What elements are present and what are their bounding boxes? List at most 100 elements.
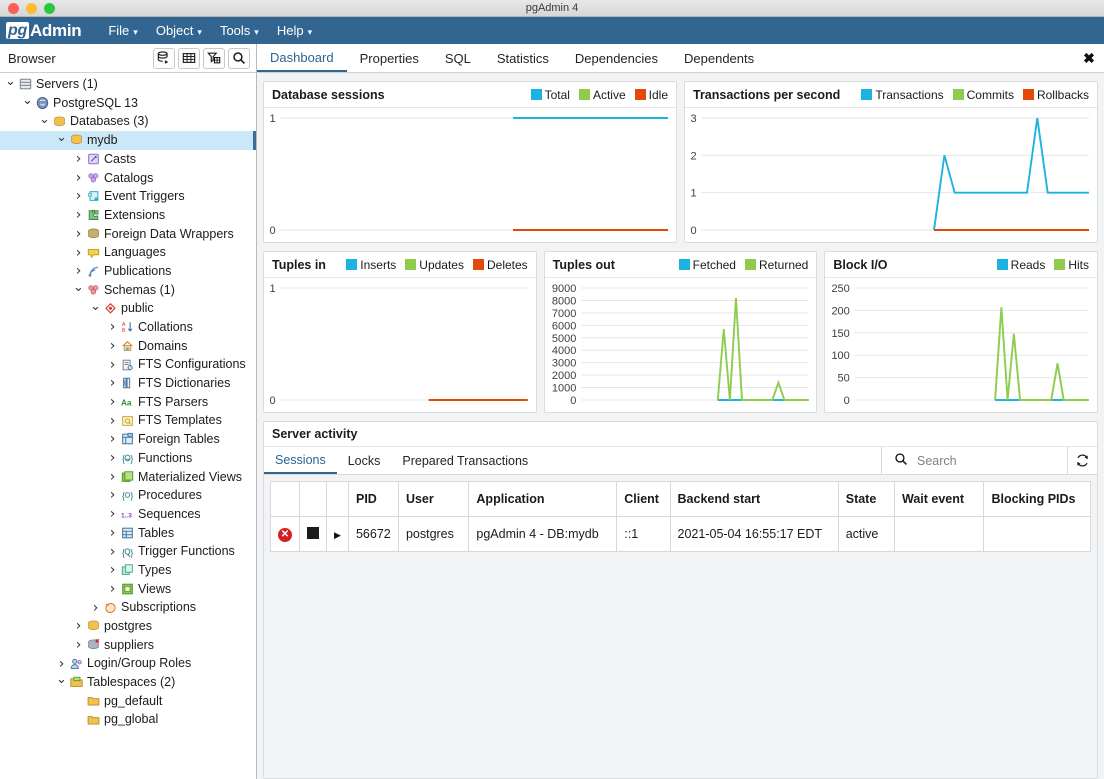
tab-sql[interactable]: SQL: [432, 44, 484, 72]
tree-node-tablespaces-2[interactable]: ⌄ Tablespaces (2): [0, 673, 256, 692]
tree-node-fts-parsers[interactable]: › Aa FTS Parsers: [0, 393, 256, 412]
tab-dashboard[interactable]: Dashboard: [257, 44, 347, 72]
chevron-right-icon[interactable]: ›: [106, 451, 119, 465]
view-data-icon[interactable]: [178, 47, 200, 69]
chevron-right-icon[interactable]: ›: [72, 208, 85, 222]
chevron-right-icon[interactable]: ›: [106, 376, 119, 390]
chevron-right-icon[interactable]: ›: [106, 507, 119, 521]
legend-item-active[interactable]: Active: [578, 88, 626, 102]
sa-tab-prepared-transactions[interactable]: Prepared Transactions: [391, 447, 539, 474]
tree-node-mydb[interactable]: ⌄ mydb: [0, 131, 256, 150]
sa-tab-sessions[interactable]: Sessions: [264, 447, 337, 474]
tree-node-sequences[interactable]: › 1..3 Sequences: [0, 505, 256, 524]
tree-node-postgres[interactable]: › postgres: [0, 617, 256, 636]
chevron-right-icon[interactable]: ›: [106, 395, 119, 409]
column-header-user[interactable]: User: [397, 481, 470, 517]
column-header-action[interactable]: [299, 481, 327, 517]
legend-item-idle[interactable]: Idle: [634, 88, 668, 102]
menu-help[interactable]: Help ▾: [268, 17, 321, 44]
tree-node-tables[interactable]: › Tables: [0, 524, 256, 543]
chevron-right-icon[interactable]: ›: [106, 320, 119, 334]
chevron-down-icon[interactable]: ⌄: [72, 281, 85, 296]
tab-dependencies[interactable]: Dependencies: [562, 44, 671, 72]
tree-node-fts-configurations[interactable]: › FTS Configurations: [0, 355, 256, 374]
chevron-right-icon[interactable]: ›: [106, 488, 119, 502]
tree-node-foreign-data-wrappers[interactable]: › Foreign Data Wrappers: [0, 225, 256, 244]
chevron-right-icon[interactable]: ›: [72, 189, 85, 203]
tree-node-collations[interactable]: › A B Collations: [0, 318, 256, 337]
tree-node-public[interactable]: ⌄ public: [0, 299, 256, 318]
tree-node-subscriptions[interactable]: › Subscriptions: [0, 598, 256, 617]
menu-object[interactable]: Object ▾: [147, 17, 211, 44]
tree-node-trigger-functions[interactable]: ›{} Trigger Functions: [0, 542, 256, 561]
tree-node-foreign-tables[interactable]: › Foreign Tables: [0, 430, 256, 449]
column-header-blocking-pids[interactable]: Blocking PIDs: [983, 481, 1091, 517]
legend-item-returned[interactable]: Returned: [744, 258, 808, 272]
tab-statistics[interactable]: Statistics: [484, 44, 562, 72]
search-input[interactable]: [917, 453, 1057, 468]
legend-item-transactions[interactable]: Transactions: [861, 88, 944, 102]
chevron-right-icon[interactable]: ›: [72, 264, 85, 278]
chevron-down-icon[interactable]: ⌄: [55, 673, 68, 688]
chevron-down-icon[interactable]: ⌄: [38, 113, 51, 128]
tree-node-pg-default[interactable]: pg_default: [0, 692, 256, 711]
legend-item-hits[interactable]: Hits: [1054, 258, 1089, 272]
legend-item-updates[interactable]: Updates: [405, 258, 464, 272]
table-row[interactable]: ✕ ▶ 56672 postgres pgAdmin 4 - DB:mydb::1 202…: [270, 516, 1091, 552]
tree-node-materialized-views[interactable]: › Materialized Views: [0, 467, 256, 486]
tree-node-postgresql-13[interactable]: ⌄ PostgreSQL 13: [0, 94, 256, 113]
chevron-down-icon[interactable]: ⌄: [89, 300, 102, 315]
legend-item-reads[interactable]: Reads: [996, 258, 1045, 272]
chevron-right-icon[interactable]: ›: [72, 171, 85, 185]
chevron-right-icon[interactable]: ›: [72, 619, 85, 633]
tree-node-catalogs[interactable]: › Catalogs: [0, 168, 256, 187]
menu-tools[interactable]: Tools ▾: [211, 17, 268, 44]
legend-item-deletes[interactable]: Deletes: [472, 258, 528, 272]
chevron-right-icon[interactable]: ›: [106, 358, 119, 372]
legend-item-commits[interactable]: Commits: [952, 88, 1014, 102]
chevron-right-icon[interactable]: ›: [106, 526, 119, 540]
legend-item-inserts[interactable]: Inserts: [346, 258, 396, 272]
chevron-right-icon[interactable]: ›: [106, 339, 119, 353]
tree-node-procedures[interactable]: ›{} Procedures: [0, 486, 256, 505]
column-header-wait-event[interactable]: Wait event: [893, 481, 985, 517]
legend-item-total[interactable]: Total: [530, 88, 570, 102]
tree-node-schemas-1[interactable]: ⌄ Schemas (1): [0, 281, 256, 300]
legend-item-rollbacks[interactable]: Rollbacks: [1022, 88, 1089, 102]
tree-node-domains[interactable]: › Domains: [0, 337, 256, 356]
column-header-pid[interactable]: PID: [347, 481, 399, 517]
cancel-query-icon[interactable]: [299, 516, 327, 552]
tree-node-pg-global[interactable]: pg_global: [0, 710, 256, 729]
chevron-right-icon[interactable]: ›: [106, 432, 119, 446]
tree-node-functions[interactable]: ›{} Functions: [0, 449, 256, 468]
chevron-right-icon[interactable]: ›: [55, 657, 68, 671]
menu-file[interactable]: File ▾: [99, 17, 146, 44]
tree-node-suppliers[interactable]: › suppliers: [0, 636, 256, 655]
tree-node-views[interactable]: › Views: [0, 580, 256, 599]
object-browser-tree[interactable]: ⌄ Servers (1) ⌄ PostgreSQL 13 ⌄ Databases (3)…: [0, 73, 256, 779]
chevron-down-icon[interactable]: ⌄: [21, 94, 34, 109]
tab-properties[interactable]: Properties: [347, 44, 432, 72]
column-header-action[interactable]: [270, 481, 300, 517]
column-header-action[interactable]: [326, 481, 349, 517]
sa-tab-locks[interactable]: Locks: [337, 447, 392, 474]
column-header-client[interactable]: Client: [616, 481, 671, 517]
chevron-down-icon[interactable]: ⌄: [4, 75, 17, 90]
chevron-right-icon[interactable]: ›: [106, 563, 119, 577]
search-objects-icon[interactable]: [228, 47, 250, 69]
chevron-right-icon[interactable]: ›: [89, 601, 102, 615]
chevron-down-icon[interactable]: ⌄: [55, 131, 68, 146]
column-header-state[interactable]: State: [837, 481, 895, 517]
query-tool-icon[interactable]: [153, 47, 175, 69]
column-header-application[interactable]: Application: [468, 481, 618, 517]
tree-node-servers-1[interactable]: ⌄ Servers (1): [0, 75, 256, 94]
chevron-right-icon[interactable]: ›: [72, 246, 85, 260]
chevron-right-icon[interactable]: ›: [72, 638, 85, 652]
terminate-session-icon[interactable]: ✕: [270, 516, 300, 552]
column-header-backend-start[interactable]: Backend start: [669, 481, 839, 517]
refresh-icon[interactable]: [1067, 447, 1097, 474]
filtered-rows-icon[interactable]: [203, 47, 225, 69]
tree-node-publications[interactable]: › Publications: [0, 262, 256, 281]
chevron-right-icon[interactable]: ›: [106, 470, 119, 484]
search-box[interactable]: [882, 447, 1067, 474]
